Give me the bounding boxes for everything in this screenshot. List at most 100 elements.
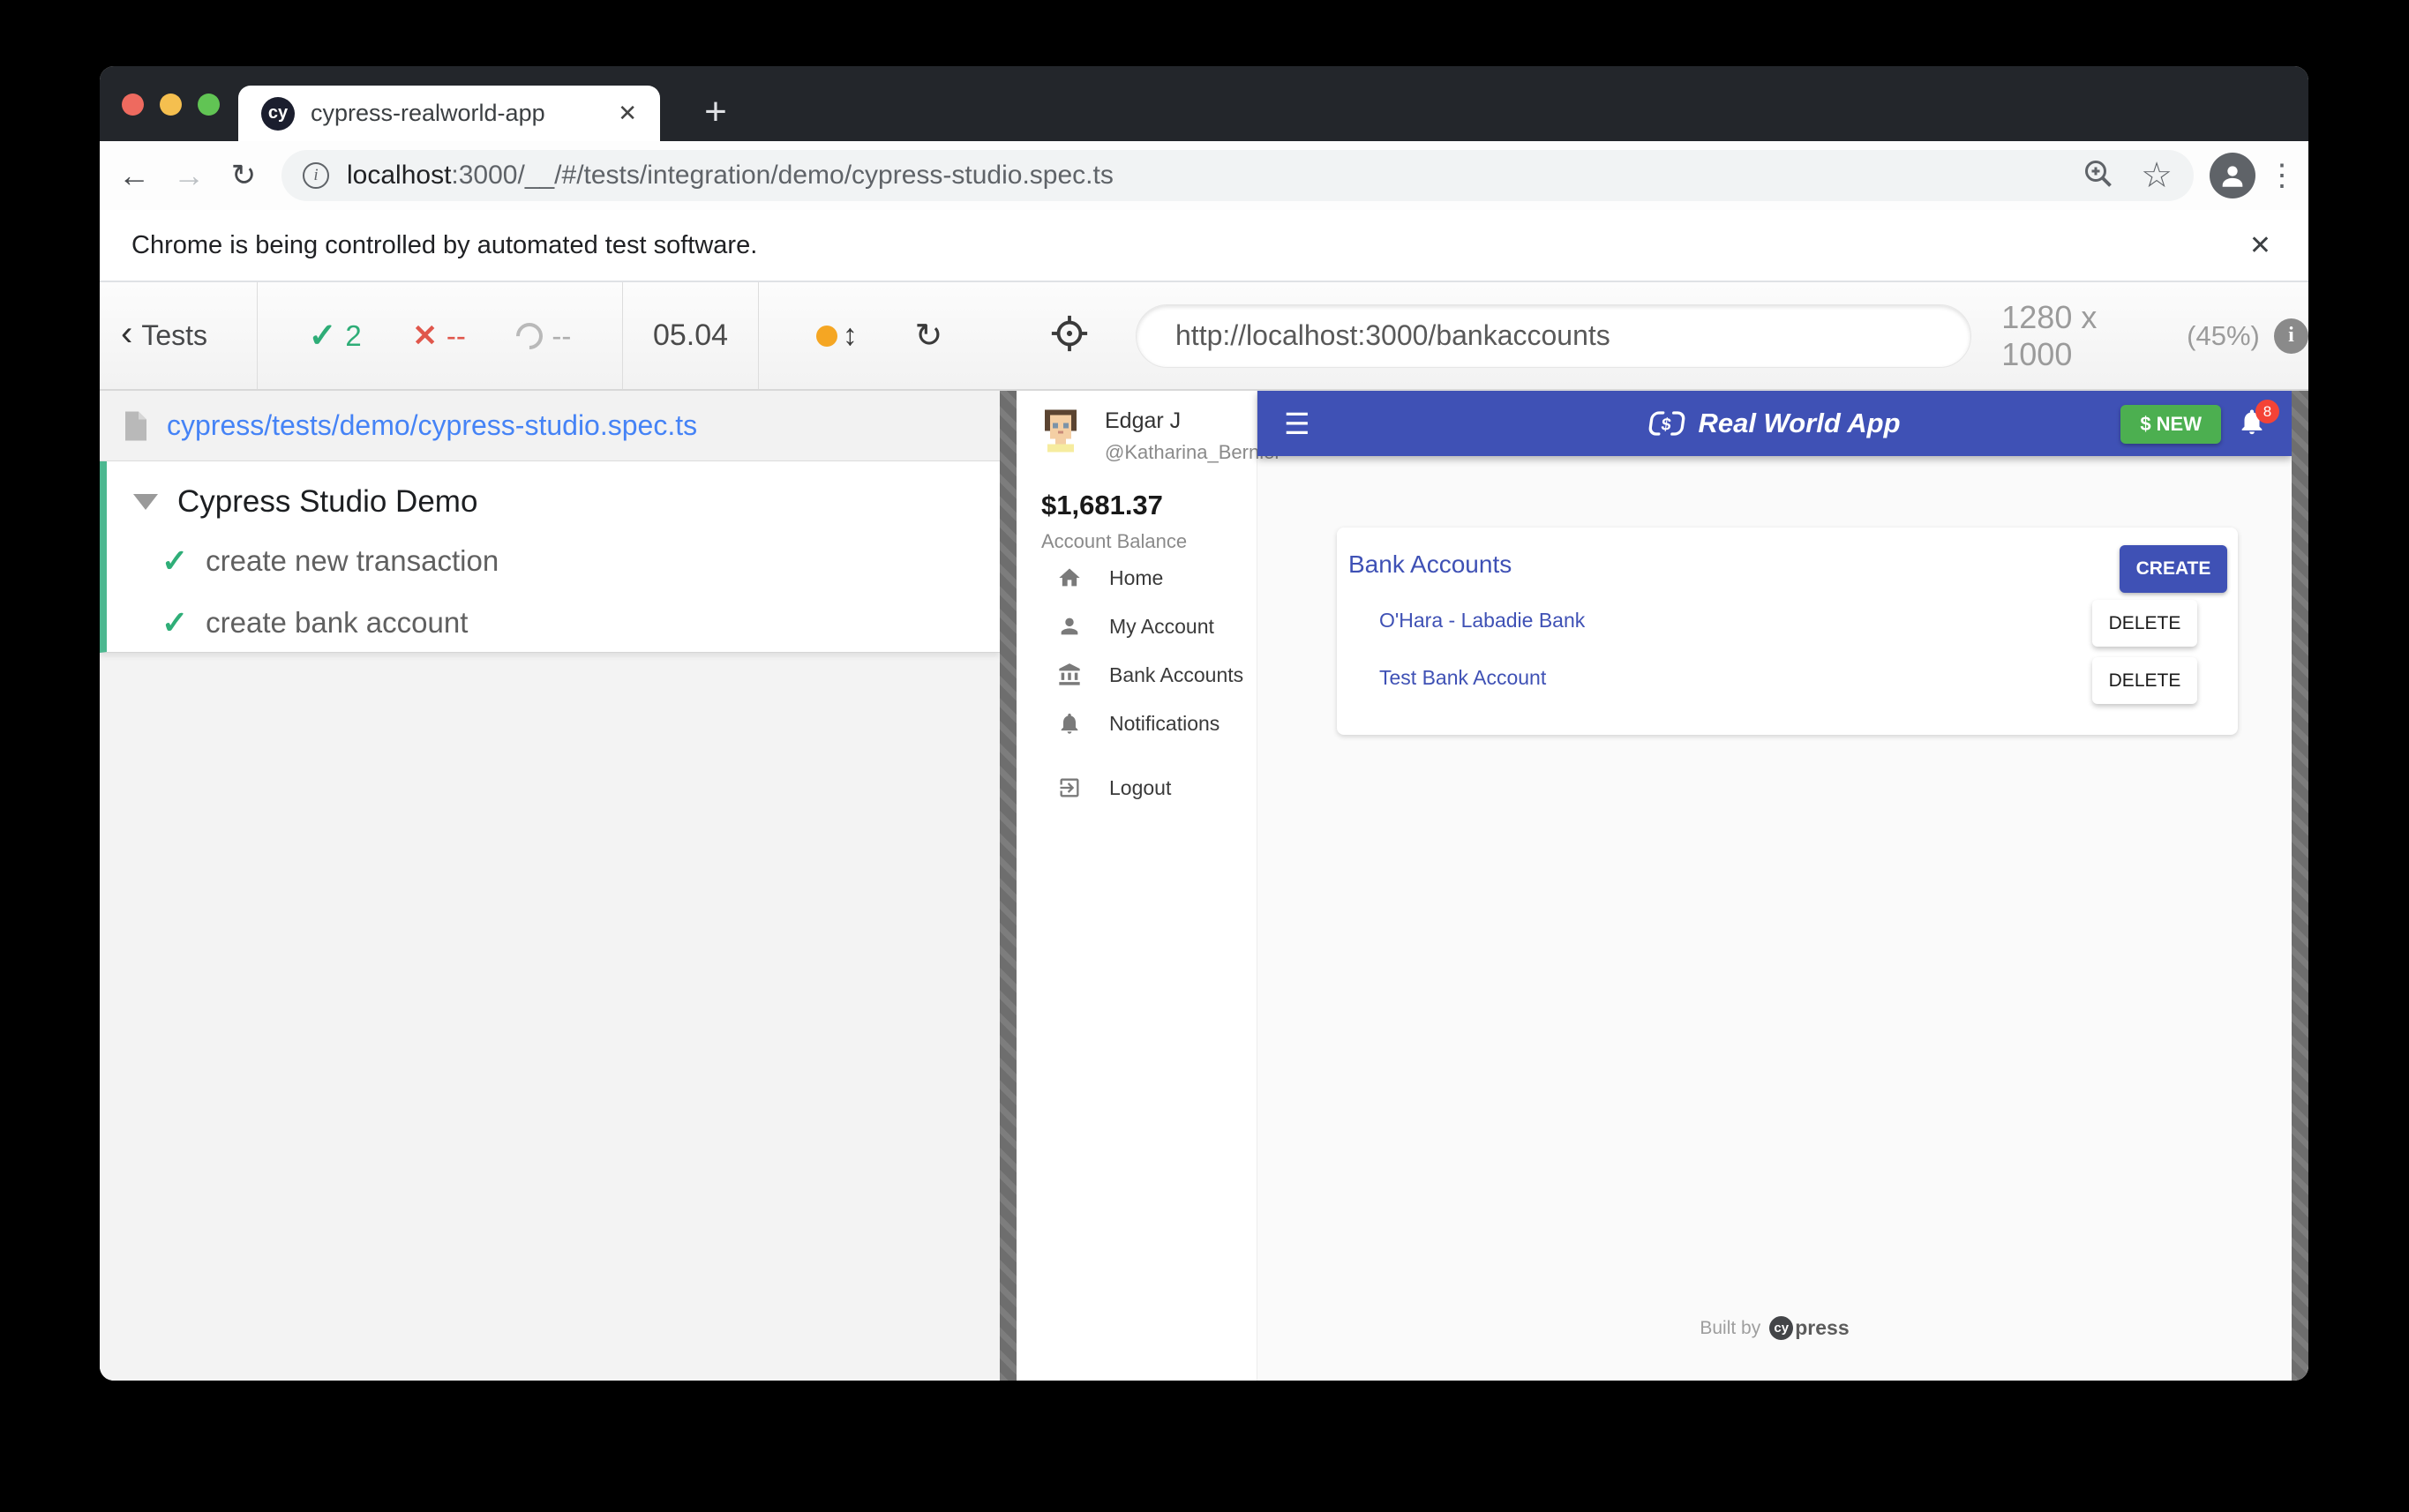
zoom-page-icon[interactable] <box>2083 158 2114 194</box>
back-to-tests-button[interactable]: ‹ Tests <box>100 282 258 389</box>
app-footer: Built by cy press <box>1257 1316 2292 1340</box>
spec-path-link[interactable]: cypress/tests/demo/cypress-studio.spec.t… <box>167 409 697 442</box>
failed-count: -- <box>447 319 466 353</box>
automation-infobar: Chrome is being controlled by automated … <box>100 210 2308 282</box>
nav-item-home[interactable]: Home <box>1017 554 1257 602</box>
zoom-window-button[interactable] <box>198 94 220 116</box>
passed-stat[interactable]: ✓ 2 <box>309 316 362 356</box>
autoscroll-indicator-icon <box>816 326 837 347</box>
test-row[interactable]: ✓ create new transaction <box>107 530 1000 592</box>
url-path: :3000/__/#/tests/integration/demo/cypres… <box>451 161 1113 190</box>
delete-bank-account-button[interactable]: DELETE <box>2092 657 2197 704</box>
app-sidebar: Edgar J @Katharina_Bernier $1,681.37 Acc… <box>1017 391 1257 1381</box>
browser-menu-icon[interactable]: ⋮ <box>2255 158 2308 193</box>
delete-bank-account-button[interactable]: DELETE <box>2092 600 2197 647</box>
cypress-brand-text: press <box>1795 1316 1849 1340</box>
app-main-content: Bank Accounts CREATE O'Hara - Labadie Ba… <box>1257 456 2292 1381</box>
aut-url-field[interactable]: http://localhost:3000/bankaccounts <box>1136 304 1971 368</box>
suite-title: Cypress Studio Demo <box>177 484 477 520</box>
infobar-text: Chrome is being controlled by automated … <box>131 231 2249 260</box>
pending-circle-icon <box>511 317 548 354</box>
cypress-logo-icon: cy <box>1769 1316 1793 1340</box>
nav-label: Bank Accounts <box>1109 663 1243 687</box>
bank-account-link[interactable]: O'Hara - Labadie Bank <box>1379 609 1585 632</box>
create-bank-account-button[interactable]: CREATE <box>2120 545 2227 593</box>
nav-label: My Account <box>1109 615 1214 639</box>
new-tab-button[interactable]: + <box>689 86 742 138</box>
passed-count: 2 <box>345 319 361 353</box>
test-passed-icon: ✓ <box>161 604 188 641</box>
nav-item-notifications[interactable]: Notifications <box>1017 700 1257 747</box>
tab-close-icon[interactable]: ✕ <box>618 100 637 127</box>
viewport-zoom: (45%) <box>2187 320 2260 352</box>
bank-account-link[interactable]: Test Bank Account <box>1379 666 1546 690</box>
browser-window: cy cypress-realworld-app ✕ + ← → ↻ i loc… <box>100 66 2308 1381</box>
test-row[interactable]: ✓ create bank account <box>107 592 1000 654</box>
nav-item-logout[interactable]: Logout <box>1017 764 1257 812</box>
cypress-runner: ‹ Tests ✓ 2 ✕ -- -- <box>100 282 2308 1381</box>
minimize-window-button[interactable] <box>160 94 182 116</box>
updown-arrows-icon: ↕ <box>843 318 858 353</box>
address-bar[interactable]: i localhost:3000/__/#/tests/integration/… <box>281 150 2194 201</box>
viewport-info: 1280 x 1000 (45%) i <box>2001 299 2308 373</box>
user-avatar <box>1039 407 1082 453</box>
nav-item-my-account[interactable]: My Account <box>1017 603 1257 650</box>
test-passed-icon: ✓ <box>161 543 188 580</box>
notifications-bell[interactable]: 8 <box>2237 407 2272 442</box>
aut-resizer-left[interactable] <box>1000 391 1017 1381</box>
site-info-icon[interactable]: i <box>303 162 329 189</box>
restart-tests-icon[interactable]: ↻ <box>914 316 942 356</box>
browser-toolbar: ← → ↻ i localhost:3000/__/#/tests/integr… <box>100 141 2308 210</box>
nav-item-bank-accounts[interactable]: Bank Accounts <box>1017 651 1257 699</box>
cypress-favicon: cy <box>261 97 295 131</box>
app-title: Real World App <box>1698 408 1900 439</box>
aut-header: http://localhost:3000/bankaccounts 1280 … <box>1000 282 2308 389</box>
aut-resizer-right[interactable] <box>2292 391 2308 1381</box>
notification-count-badge: 8 <box>2255 400 2279 423</box>
user-handle: @Katharina_Bernier <box>1105 441 1281 464</box>
test-stats: ✓ 2 ✕ -- -- <box>258 282 622 389</box>
runner-header: ‹ Tests ✓ 2 ✕ -- -- <box>100 282 2308 391</box>
home-icon <box>1057 565 1082 590</box>
reporter-controls: ↕ ↻ <box>759 282 1000 389</box>
pending-stat[interactable]: -- <box>516 319 571 353</box>
new-transaction-button[interactable]: $ NEW <box>2120 405 2221 444</box>
infobar-close-icon[interactable]: ✕ <box>2249 230 2271 261</box>
spec-file-row[interactable]: cypress/tests/demo/cypress-studio.spec.t… <box>100 391 1000 461</box>
bank-icon <box>1057 662 1082 687</box>
bookmark-star-icon[interactable]: ☆ <box>2141 158 2173 193</box>
nav-label: Home <box>1109 566 1163 590</box>
forward-icon: → <box>161 157 216 194</box>
test-name: create new transaction <box>206 544 499 578</box>
hamburger-menu-icon[interactable]: ☰ <box>1284 407 1310 441</box>
user-info: Edgar J @Katharina_Bernier <box>1039 407 1281 464</box>
back-icon[interactable]: ← <box>107 157 161 194</box>
close-window-button[interactable] <box>122 94 144 116</box>
selector-playground-icon[interactable] <box>1049 313 1090 358</box>
bell-icon <box>1057 711 1082 736</box>
nav-label: Logout <box>1109 776 1171 800</box>
nav-label: Notifications <box>1109 712 1220 736</box>
suite-row[interactable]: Cypress Studio Demo <box>107 474 1000 530</box>
app-top-bar: ☰ $ Real World App $ NEW 8 <box>1257 391 2292 456</box>
viewport-info-icon[interactable]: i <box>2274 318 2308 354</box>
check-icon: ✓ <box>309 316 337 356</box>
failed-stat[interactable]: ✕ -- <box>412 318 465 354</box>
back-to-tests-label: Tests <box>141 319 207 352</box>
bank-accounts-heading: Bank Accounts <box>1348 550 1512 579</box>
reporter-header: ‹ Tests ✓ 2 ✕ -- -- <box>100 282 1000 389</box>
reporter-pane: cypress/tests/demo/cypress-studio.spec.t… <box>100 391 1000 1381</box>
viewport-size: 1280 x 1000 <box>2001 299 2173 373</box>
collapse-triangle-icon <box>133 494 158 510</box>
footer-text: Built by <box>1700 1318 1760 1339</box>
browser-profile-avatar[interactable] <box>2210 153 2255 198</box>
file-icon <box>123 410 149 442</box>
reload-icon[interactable]: ↻ <box>216 158 271 193</box>
account-balance: $1,681.37 Account Balance <box>1041 490 1187 553</box>
person-icon <box>1057 614 1082 639</box>
browser-tab[interactable]: cy cypress-realworld-app ✕ <box>238 86 660 141</box>
autoscroll-toggle[interactable]: ↕ <box>816 318 858 353</box>
balance-label: Account Balance <box>1041 530 1187 553</box>
test-name: create bank account <box>206 606 468 640</box>
chevron-left-icon: ‹ <box>121 316 132 351</box>
